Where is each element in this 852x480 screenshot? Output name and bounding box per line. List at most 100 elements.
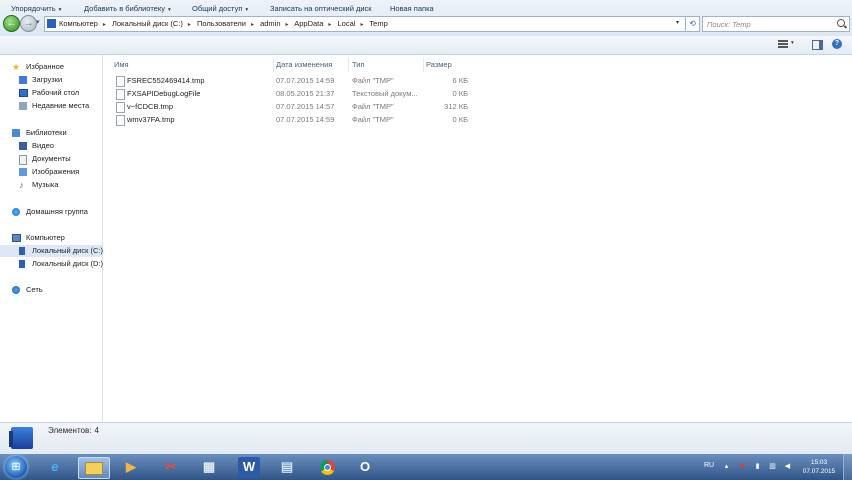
recent-places-icon <box>19 102 27 110</box>
homegroup-icon <box>12 208 20 216</box>
media-player-icon: ▶ <box>126 459 136 474</box>
column-divider[interactable] <box>348 58 349 72</box>
share-button[interactable]: Общий доступ ▾ <box>192 0 248 18</box>
view-options-dropdown[interactable]: ▾ <box>791 40 794 46</box>
arrow-left-icon: ← <box>6 18 17 29</box>
breadcrumb-local[interactable]: Local <box>338 19 356 28</box>
chevron-right-icon[interactable]: ▸ <box>251 22 254 28</box>
search-box[interactable] <box>702 16 850 32</box>
nav-item-homegroup[interactable]: Домашняя группа <box>0 206 100 218</box>
file-row[interactable]: FSREC552469414.tmp 07.07.2015 14:59 Файл… <box>112 75 472 87</box>
volume-icon[interactable]: ◀ <box>783 462 792 471</box>
calculator-icon: ▦ <box>202 459 216 474</box>
opera-icon: O <box>359 459 371 474</box>
chevron-right-icon[interactable]: ▸ <box>328 22 331 28</box>
chevron-down-icon: ▾ <box>58 7 62 13</box>
nav-item-images[interactable]: Изображения <box>0 166 100 178</box>
search-icon[interactable] <box>837 19 845 27</box>
downloads-folder-icon <box>19 76 27 84</box>
column-header-size[interactable]: Размер <box>426 59 452 71</box>
nav-item-video[interactable]: Видео <box>0 140 100 152</box>
nav-item-network[interactable]: Сеть <box>0 284 100 296</box>
folder-icon <box>47 19 56 28</box>
nav-item-favorites[interactable]: ★ Избранное <box>0 61 100 73</box>
internet-explorer-icon: e <box>51 459 59 474</box>
taskbar-snipping-tool[interactable]: ✂ <box>160 457 182 477</box>
start-button[interactable] <box>5 456 27 478</box>
desktop-icon <box>19 89 28 97</box>
breadcrumb-computer[interactable]: Компьютер <box>59 19 98 28</box>
file-row[interactable]: FXSAPIDebugLogFile 08.05.2015 21:37 Текс… <box>112 88 472 100</box>
star-icon: ★ <box>12 62 21 72</box>
address-dropdown-button[interactable]: ▾ <box>673 17 682 29</box>
file-row[interactable]: v~fCDCB.tmp 07.07.2015 14:57 Файл "TMP" … <box>112 101 472 113</box>
chevron-right-icon[interactable]: ▸ <box>360 22 363 28</box>
chevron-right-icon[interactable]: ▸ <box>103 22 106 28</box>
breadcrumb: Компьютер ▸ Локальный диск (C:) ▸ Пользова… <box>59 17 391 31</box>
item-count: Элементов: 4 <box>48 426 99 435</box>
new-folder-button[interactable]: Новая папка <box>390 0 434 18</box>
taskbar-calculator[interactable]: ▦ <box>198 457 220 477</box>
drive-icon <box>19 260 25 268</box>
search-input[interactable] <box>707 18 825 30</box>
nav-item-downloads[interactable]: Загрузки <box>0 74 100 86</box>
taskbar-chrome[interactable] <box>316 457 338 477</box>
language-indicator[interactable]: RU <box>704 462 714 469</box>
column-divider[interactable] <box>273 58 274 72</box>
power-icon[interactable]: ▮ <box>753 462 762 471</box>
burn-button[interactable]: Записать на оптический диск <box>270 0 372 18</box>
column-header-type[interactable]: Тип <box>352 59 365 71</box>
monitor-icon: ▤ <box>280 459 294 474</box>
network-tray-icon[interactable]: ▥ <box>768 462 777 471</box>
word-icon: W <box>238 457 260 477</box>
column-header-date[interactable]: Дата изменения <box>276 59 332 71</box>
address-field[interactable]: Компьютер ▸ Локальный диск (C:) ▸ Пользова… <box>44 16 686 32</box>
nav-item-desktop[interactable]: Рабочий стол <box>0 87 100 99</box>
taskbar-internet-explorer[interactable]: e <box>44 457 66 477</box>
nav-item-computer[interactable]: Компьютер <box>0 232 100 244</box>
text-file-icon <box>116 89 125 100</box>
nav-item-libraries[interactable]: Библиотеки <box>0 127 100 139</box>
folder-icon <box>79 458 109 478</box>
breadcrumb-appdata[interactable]: AppData <box>294 19 323 28</box>
drive-icon <box>19 247 25 255</box>
refresh-icon: ⟲ <box>689 19 696 28</box>
breadcrumb-drive-c[interactable]: Локальный диск (C:) <box>112 19 183 28</box>
change-view-icon[interactable] <box>778 40 788 49</box>
chevron-up-icon[interactable]: ▴ <box>722 462 731 471</box>
file-row[interactable]: wmv37FA.tmp 07.07.2015 14:59 Файл "TMP" … <box>112 114 472 126</box>
drive-icon <box>9 427 33 449</box>
chevron-right-icon[interactable]: ▸ <box>188 22 191 28</box>
column-header-name[interactable]: Имя <box>114 59 129 71</box>
nav-item-drive-c[interactable]: Локальный диск (C:) <box>0 245 103 257</box>
libraries-icon <box>12 129 20 137</box>
taskbar-word[interactable]: W <box>238 457 260 477</box>
chrome-icon <box>316 457 338 477</box>
file-icon <box>116 76 125 87</box>
network-icon <box>12 286 20 294</box>
add-to-library-button[interactable]: Добавить в библиотеку ▾ <box>84 0 171 18</box>
taskbar-opera[interactable]: O <box>354 457 376 477</box>
chevron-down-icon: ▾ <box>167 7 171 13</box>
nav-item-music[interactable]: ♪ Музыка <box>0 179 100 191</box>
taskbar-explorer[interactable] <box>78 457 110 479</box>
clock[interactable]: 15:03 07.07.2015 <box>800 458 838 476</box>
action-center-icon[interactable]: ✖ <box>738 462 747 471</box>
preview-pane-icon[interactable] <box>812 40 823 50</box>
breadcrumb-users[interactable]: Пользователи <box>197 19 246 28</box>
refresh-button[interactable]: ⟲ <box>685 16 700 32</box>
nav-item-drive-d[interactable]: Локальный диск (D:) <box>0 258 103 270</box>
breadcrumb-admin[interactable]: admin <box>260 19 280 28</box>
show-desktop-button[interactable] <box>843 454 852 480</box>
taskbar-network-app[interactable]: ▤ <box>276 457 298 477</box>
taskbar-media-player[interactable]: ▶ <box>120 457 142 477</box>
organize-button[interactable]: Упорядочить ▾ <box>11 0 61 18</box>
images-icon <box>19 168 27 176</box>
help-icon[interactable]: ? <box>832 39 842 49</box>
nav-item-documents[interactable]: Документы <box>0 153 100 165</box>
nav-item-recent[interactable]: Недавние места <box>0 100 100 112</box>
chevron-right-icon[interactable]: ▸ <box>286 22 289 28</box>
column-divider[interactable] <box>423 58 424 72</box>
breadcrumb-temp[interactable]: Temp <box>369 19 387 28</box>
recent-pages-dropdown[interactable]: ▾ <box>36 17 44 29</box>
